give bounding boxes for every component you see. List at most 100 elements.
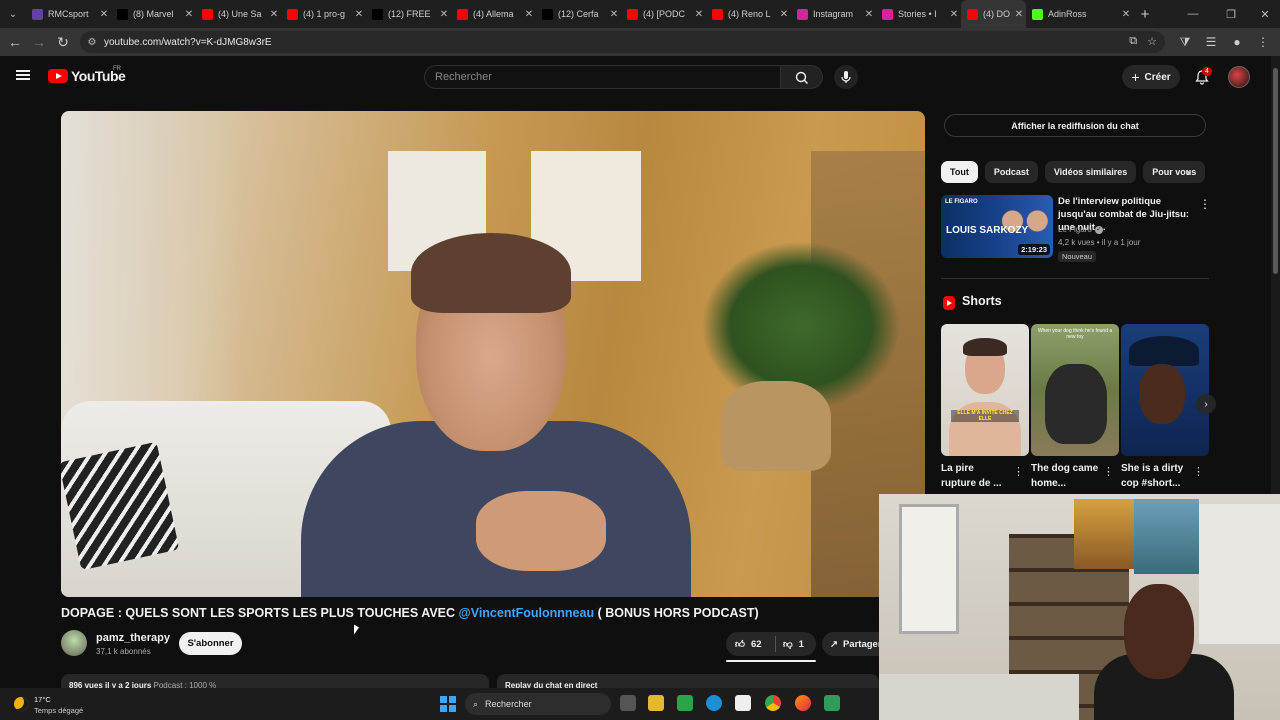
webcam-poster	[1074, 499, 1134, 569]
weather-moon-icon[interactable]	[14, 697, 28, 711]
tab-close-icon[interactable]: ✕	[862, 9, 876, 20]
weather-description[interactable]: Temps dégagé	[34, 706, 83, 715]
more-actions-icon[interactable]: ⋮	[1103, 465, 1114, 478]
short-thumbnail[interactable]: When your dog think he's found a new toy	[1031, 324, 1119, 456]
short-title[interactable]: The dog came home...	[1031, 461, 1101, 491]
channel-subscriber-count: 37,1 k abonnés	[96, 647, 151, 656]
search-button[interactable]	[781, 65, 823, 89]
chip-podcast[interactable]: Podcast	[984, 161, 1038, 183]
more-actions-icon[interactable]: ⋮	[1193, 465, 1204, 478]
browser-tab[interactable]: (12) FREE ✕	[366, 0, 451, 28]
browser-tab[interactable]: (4) Reno L ✕	[706, 0, 791, 28]
voice-search-button[interactable]	[834, 65, 858, 89]
like-button[interactable]: 👍︎ 62	[726, 636, 776, 652]
more-actions-icon[interactable]: ⋮	[1013, 465, 1024, 478]
task-view-icon[interactable]	[620, 695, 636, 711]
maximize-button[interactable]: ❐	[1214, 0, 1248, 28]
browser-tab[interactable]: (4) Allema ✕	[451, 0, 536, 28]
tab-close-icon[interactable]: ✕	[182, 9, 196, 20]
tab-favicon-icon	[287, 8, 298, 20]
tab-close-icon[interactable]: ✕	[522, 9, 536, 20]
file-explorer-icon[interactable]	[648, 695, 664, 711]
channel-avatar[interactable]	[61, 630, 87, 656]
extensions-icon[interactable]: ⧩	[1176, 30, 1194, 54]
microsoft-store-icon[interactable]	[735, 695, 751, 711]
tab-close-icon[interactable]: ✕	[692, 9, 706, 20]
tab-search-menu-icon[interactable]: ⌄	[0, 0, 26, 28]
recommendation-channel[interactable]: Le Figaro ✓	[1058, 225, 1103, 234]
account-avatar[interactable]	[1228, 66, 1250, 88]
thumbnail-brand: LE FIGARO	[945, 199, 978, 205]
mention-link[interactable]: @VincentFoulonnneau	[459, 606, 595, 620]
more-actions-icon[interactable]: ⋮	[1199, 197, 1211, 211]
close-window-button[interactable]: ✕	[1248, 0, 1280, 28]
tab-close-icon[interactable]: ✕	[97, 9, 111, 20]
video-player[interactable]	[61, 111, 925, 597]
browser-tab[interactable]: (4) [PODC ✕	[621, 0, 706, 28]
chip-for-you[interactable]: Pour vous	[1143, 161, 1206, 183]
profile-icon[interactable]: ●	[1228, 30, 1246, 54]
tab-close-icon[interactable]: ✕	[1012, 9, 1026, 20]
browser-tab[interactable]: (12) Cerfa ✕	[536, 0, 621, 28]
windows-start-icon[interactable]	[440, 696, 456, 712]
install-app-icon[interactable]: ⧉	[1129, 35, 1137, 48]
tab-favicon-icon	[202, 8, 213, 20]
firefox-browser-icon[interactable]	[795, 695, 811, 711]
tab-close-icon[interactable]: ✕	[947, 9, 961, 20]
weather-temperature[interactable]: 17°C	[34, 695, 51, 704]
search-input[interactable]: Rechercher	[424, 65, 781, 89]
chrome-browser-icon[interactable]	[765, 695, 781, 711]
edge-browser-icon[interactable]	[706, 695, 722, 711]
tab-close-icon[interactable]: ✕	[777, 9, 791, 20]
create-button[interactable]: + Créer	[1122, 65, 1180, 89]
browser-tab[interactable]: (8) Marvel ✕	[111, 0, 196, 28]
browser-tab[interactable]: (4) 1 pro-g ✕	[281, 0, 366, 28]
tab-close-icon[interactable]: ✕	[352, 9, 366, 20]
new-tab-button[interactable]: +	[1133, 0, 1157, 28]
short-title[interactable]: She is a dirty cop #short...	[1121, 461, 1191, 491]
guide-menu-icon[interactable]	[16, 70, 30, 80]
url-text: youtube.com/watch?v=K-dJMG8w3rE	[104, 36, 272, 48]
short-thumbnail[interactable]: ELLE M'A INVITÉ CHEZ ELLE	[941, 324, 1029, 456]
chips-next-chevron-icon[interactable]: ›	[1186, 165, 1190, 179]
url-omnibox[interactable]: ⚙ youtube.com/watch?v=K-dJMG8w3rE ⧉ ☆	[80, 31, 1165, 53]
back-button[interactable]: ←	[3, 30, 27, 54]
browser-tab[interactable]: AdinRoss ✕	[1026, 0, 1133, 28]
minimize-button[interactable]: —	[1176, 0, 1210, 28]
tab-favicon-icon	[627, 8, 638, 20]
tab-close-icon[interactable]: ✕	[437, 9, 451, 20]
tab-close-icon[interactable]: ✕	[1119, 9, 1133, 20]
shorts-next-chevron-icon[interactable]: ›	[1196, 394, 1216, 414]
short-title[interactable]: La pire rupture de ...	[941, 461, 1011, 491]
taskbar-search-box[interactable]: ⌕ Rechercher	[465, 693, 611, 715]
nvidia-app-icon[interactable]	[677, 695, 693, 711]
forward-button[interactable]: →	[27, 30, 51, 54]
streaming-app-icon[interactable]	[824, 695, 840, 711]
recommendation-thumbnail[interactable]: LE FIGARO LOUIS SARKOZY 2:19:23	[941, 195, 1053, 258]
reload-button[interactable]: ↻	[51, 30, 75, 54]
short-thumbnail[interactable]	[1121, 324, 1209, 456]
dislike-button[interactable]: 👎︎ 1	[776, 638, 804, 651]
show-chat-replay-button[interactable]: Afficher la rediffusion du chat	[944, 114, 1206, 137]
reading-list-icon[interactable]: ☰	[1202, 30, 1220, 54]
tab-close-icon[interactable]: ✕	[607, 9, 621, 20]
chip-related[interactable]: Vidéos similaires	[1044, 161, 1137, 183]
bookmark-star-icon[interactable]: ☆	[1147, 35, 1157, 48]
short-caption: ELLE M'A INVITÉ CHEZ ELLE	[951, 410, 1019, 422]
chip-all[interactable]: Tout	[941, 161, 978, 183]
subscribe-button[interactable]: S'abonner	[179, 632, 242, 655]
tab-label: (4) 1 pro-g	[303, 9, 346, 19]
browser-tab[interactable]: (4) DO ✕	[961, 0, 1026, 28]
windows-taskbar: 17°C Temps dégagé ⌕ Rechercher	[0, 688, 879, 720]
browser-tab[interactable]: Stories • I ✕	[876, 0, 961, 28]
browser-menu-icon[interactable]: ⋮	[1254, 30, 1272, 54]
tab-close-icon[interactable]: ✕	[267, 9, 281, 20]
site-info-icon[interactable]: ⚙	[80, 37, 104, 48]
browser-tab[interactable]: (4) Une Sa ✕	[196, 0, 281, 28]
scrollbar-thumb[interactable]	[1273, 68, 1278, 274]
channel-name[interactable]: pamz_therapy	[96, 632, 170, 644]
browser-tab[interactable]: Instagram ✕	[791, 0, 876, 28]
browser-tab[interactable]: RMCsport ✕	[26, 0, 111, 28]
tab-label: AdinRoss	[1048, 9, 1087, 19]
youtube-logo[interactable]: YouTube FR	[48, 66, 126, 84]
